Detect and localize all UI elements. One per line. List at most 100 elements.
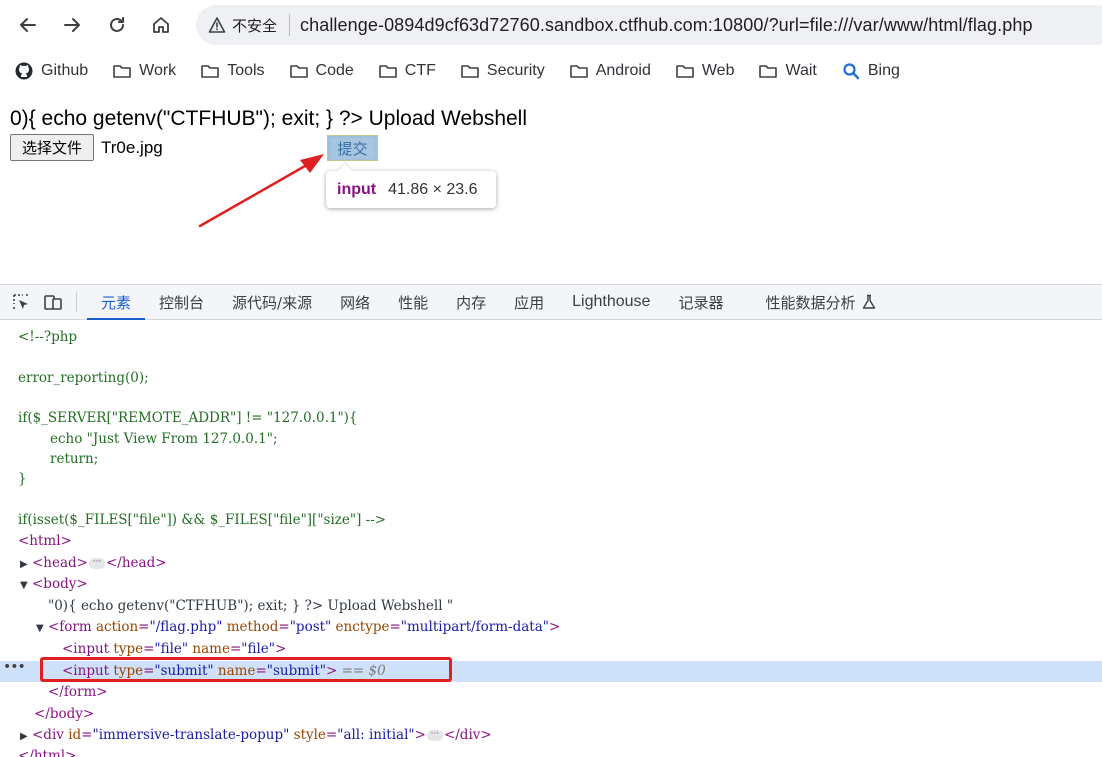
tooltip-dimensions: 41.86 × 23.6 [388,180,478,198]
devtools-tab[interactable]: 网络 [326,285,384,320]
php-error-reporting: error_reporting(0); [18,370,149,386]
device-toolbar-button[interactable] [42,291,64,313]
folder-icon [289,61,316,81]
inspect-element-button[interactable] [10,291,32,313]
bookmark-wait[interactable]: Wait [758,61,817,81]
devtools-tab-label: 记录器 [678,293,724,312]
submit-button[interactable]: 提交 [327,135,378,161]
bookmark-ctf[interactable]: CTF [378,61,436,81]
inspect-tooltip: input 41.86 × 23.6 [326,171,496,208]
devtools-tab[interactable]: 控制台 [145,285,218,320]
omnibox-divider [289,14,291,36]
devtools-tabs: 元素 控制台 源代码/来源 网络 性能 内存 应用 Lighthouse 记录器 性能数据分析 [87,285,891,320]
devtools-tab[interactable]: 内存 [442,285,500,320]
expand-triangle-icon[interactable]: ▶ [20,726,32,747]
ellipsis-icon[interactable]: ··· [426,730,443,741]
folder-icon [112,61,139,81]
php-if-isset: if(isset($_FILES["file"]) && $_FILES["fi… [18,512,387,528]
device-icon [44,295,62,310]
collapse-triangle-icon[interactable]: ▼ [36,618,48,639]
code-line[interactable]: if(isset($_FILES["file"]) && $_FILES["fi… [0,510,1102,531]
body-node[interactable]: ▼ <body> [0,574,1102,595]
head-node[interactable]: ▶ <head> ··· </head> [0,553,1102,574]
folder-icon [460,61,487,81]
devtools-tab[interactable]: Lighthouse [558,285,664,320]
php-return: return; [50,451,99,467]
more-options-icon[interactable]: ••• [3,659,26,675]
bookmarks-bar: Github Work Tools Code CTF Security Android Web… [0,54,1102,88]
form-node[interactable]: ▼ <form action="/flag.php" method="post" … [0,617,1102,638]
red-annotation-box [40,657,452,682]
folder-icon [758,61,785,81]
devtools-tab-label: 应用 [514,293,545,312]
tooltip-tag-name: input [337,180,377,198]
bookmark-security[interactable]: Security [460,61,545,81]
code-line[interactable]: error_reporting(0); [0,368,1102,389]
php-close-brace: } [18,471,27,487]
devtools-tab-label: 元素 [101,293,132,312]
browser-toolbar: 不安全 challenge-0894d9cf63d72760.sandbox.c… [0,0,1102,50]
folder-icon [378,61,405,81]
reload-button[interactable] [101,9,133,41]
arrow-right-icon [64,18,80,32]
code-line[interactable]: } [0,469,1102,490]
security-status[interactable]: 不安全 [232,15,277,36]
devtools-tab[interactable]: 源代码/来源 [218,285,326,320]
home-button[interactable] [145,9,177,41]
bookmark-bing[interactable]: Bing [841,61,900,81]
devtools-tab[interactable]: 记录器 [664,285,751,320]
bookmark-work[interactable]: Work [112,61,176,81]
inspect-icon [13,294,28,310]
bookmark-github[interactable]: Github [14,61,88,81]
body-close-node[interactable]: </body> [0,704,1102,725]
bookmark-code[interactable]: Code [289,61,354,81]
warning-icon[interactable] [208,16,226,34]
folder-icon [200,61,227,81]
devtools-tab-label: 性能数据分析 [765,293,856,312]
body-text-node[interactable]: "0){ echo getenv("CTFHUB"); exit; } ?> U… [0,596,1102,617]
forward-button[interactable] [56,9,88,41]
devtools-tab-label: 源代码/来源 [232,293,313,312]
div-translate-node[interactable]: ▶ <div id="immersive-translate-popup" sty… [0,725,1102,746]
bookmark-label: Wait [785,62,817,79]
devtools-tab[interactable]: 元素 [87,285,146,320]
submit-button-label: 提交 [331,137,374,159]
php-if-remote-addr: if($_SERVER["REMOTE_ADDR"] != "127.0.0.1… [18,410,358,426]
folder-icon [675,61,702,81]
bookmark-label: Code [315,62,354,79]
bookmark-label: Security [486,62,545,79]
code-line[interactable]: echo "Just View From 127.0.0.1"; [0,429,1102,450]
bookmark-label: Bing [867,62,900,79]
selected-file-name: Tr0e.jpg [101,138,163,157]
devtools-tab[interactable]: 性能 [384,285,442,320]
bookmark-label: Work [139,62,177,79]
code-line[interactable]: return; [0,449,1102,470]
bookmark-android[interactable]: Android [569,61,651,81]
arrow-left-icon [20,18,36,32]
html-close-node[interactable]: </html> [0,746,1102,757]
ellipsis-icon[interactable]: ··· [89,558,105,569]
devtools-tab-label: 网络 [340,293,371,312]
github-icon [14,61,41,81]
bookmark-web[interactable]: Web [675,61,734,81]
back-button[interactable] [12,9,44,41]
devtools-tab[interactable]: 性能数据分析 [751,285,891,320]
html-node[interactable]: <html> [0,531,1102,552]
bookmark-tools[interactable]: Tools [200,61,265,81]
page-heading-text: 0){ echo getenv("CTFHUB"); exit; } ?> Up… [10,107,528,130]
choose-file-button[interactable]: 选择文件 [10,134,94,161]
body-text: "0){ echo getenv("CTFHUB"); exit; } ?> U… [48,598,454,614]
devtools-tab-label: 控制台 [159,293,205,312]
code-line[interactable]: if($_SERVER["REMOTE_ADDR"] != "127.0.0.1… [0,408,1102,429]
php-comment-open: <!--?php [18,329,78,345]
collapse-triangle-icon[interactable]: ▼ [20,575,32,596]
url-text[interactable]: challenge-0894d9cf63d72760.sandbox.ctfhu… [300,15,1033,36]
devtools-tab[interactable]: 应用 [500,285,558,320]
home-icon [153,17,169,33]
expand-triangle-icon[interactable]: ▶ [20,554,32,575]
devtools-divider [76,292,77,312]
code-line[interactable]: <!--?php [0,327,1102,348]
devtools-tab-bar: 元素 控制台 源代码/来源 网络 性能 内存 应用 Lighthouse 记录器 性能数据分析 [0,285,1102,320]
form-close-node[interactable]: </form> [0,682,1102,703]
address-bar[interactable]: 不安全 challenge-0894d9cf63d72760.sandbox.c… [196,5,1102,45]
